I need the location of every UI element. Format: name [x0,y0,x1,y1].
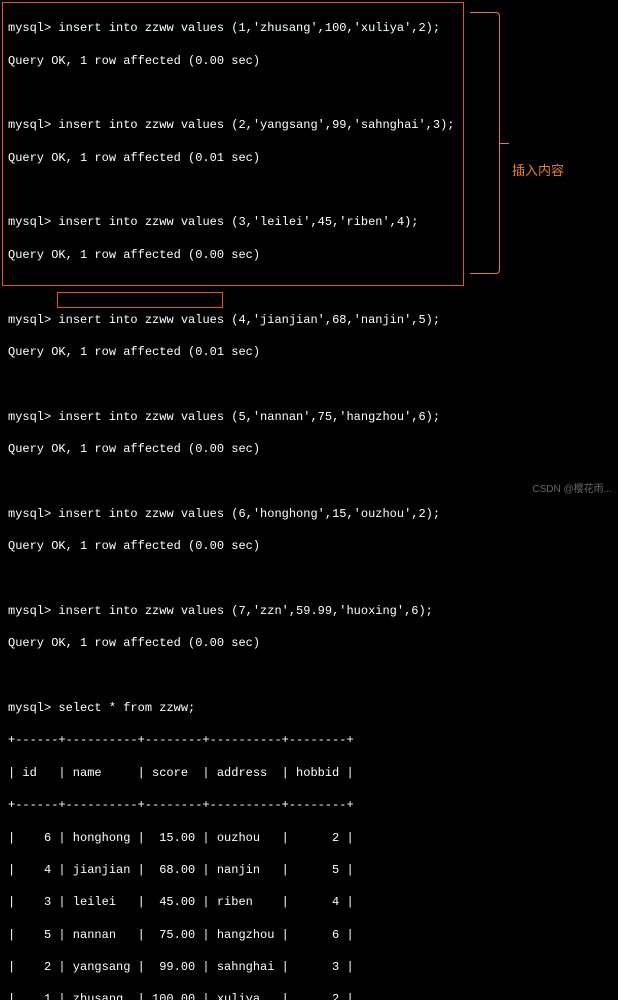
mysql-prompt: mysql> [8,215,51,229]
result-line-5: Query OK, 1 row affected (0.00 sec) [8,538,610,554]
insert-line-6: mysql> insert into zzww values (7,'zzn',… [8,603,610,619]
mysql-prompt: mysql> [8,21,51,35]
table-row: | 4 | jianjian | 68.00 | nanjin | 5 | [8,862,610,878]
mysql-prompt: mysql> [8,118,51,132]
table-row: | 6 | honghong | 15.00 | ouzhou | 2 | [8,830,610,846]
watermark: CSDN @樱花雨... [532,483,612,497]
blank [8,85,610,101]
sql-command: insert into zzww values (5,'nannan',75,'… [58,410,440,424]
blank [8,473,610,489]
mysql-prompt: mysql> [8,507,51,521]
annotation-bracket [470,12,500,274]
table-row: | 5 | nannan | 75.00 | hangzhou | 6 | [8,927,610,943]
insert-line-3: mysql> insert into zzww values (4,'jianj… [8,312,610,328]
result-line-6: Query OK, 1 row affected (0.00 sec) [8,635,610,651]
mysql-prompt: mysql> [8,604,51,618]
result-line-4: Query OK, 1 row affected (0.00 sec) [8,441,610,457]
table-border-mid: +------+----------+--------+----------+-… [8,797,610,813]
insert-line-5: mysql> insert into zzww values (6,'hongh… [8,506,610,522]
sql-command: insert into zzww values (2,'yangsang',99… [58,118,454,132]
table-header: | id | name | score | address | hobbid | [8,765,610,781]
result-line-0: Query OK, 1 row affected (0.00 sec) [8,53,610,69]
sql-command: insert into zzww values (6,'honghong',15… [58,507,440,521]
select-line: mysql> select * from zzww; [8,700,610,716]
blank [8,376,610,392]
sql-command: insert into zzww values (4,'jianjian',68… [58,313,440,327]
mysql-prompt: mysql> [8,701,51,715]
insert-line-0: mysql> insert into zzww values (1,'zhusa… [8,20,610,36]
result-line-3: Query OK, 1 row affected (0.01 sec) [8,344,610,360]
sql-command: insert into zzww values (3,'leilei',45,'… [58,215,418,229]
table-row: | 3 | leilei | 45.00 | riben | 4 | [8,894,610,910]
blank [8,279,610,295]
mysql-prompt: mysql> [8,313,51,327]
result-line-2: Query OK, 1 row affected (0.00 sec) [8,247,610,263]
insert-line-4: mysql> insert into zzww values (5,'nanna… [8,409,610,425]
insert-line-2: mysql> insert into zzww values (3,'leile… [8,214,610,230]
blank [8,668,610,684]
table-row: | 1 | zhusang | 100.00 | xuliya | 2 | [8,991,610,1000]
terminal-output: mysql> insert into zzww values (1,'zhusa… [0,0,618,1000]
sql-command: insert into zzww values (7,'zzn',59.99,'… [58,604,432,618]
table-border-top: +------+----------+--------+----------+-… [8,732,610,748]
sql-select-command: select * from zzww; [58,701,195,715]
sql-command: insert into zzww values (1,'zhusang',100… [58,21,440,35]
blank [8,182,610,198]
annotation-label: 插入内容 [512,162,564,180]
mysql-prompt: mysql> [8,410,51,424]
table-row: | 2 | yangsang | 99.00 | sahnghai | 3 | [8,959,610,975]
blank [8,571,610,587]
insert-line-1: mysql> insert into zzww values (2,'yangs… [8,117,610,133]
